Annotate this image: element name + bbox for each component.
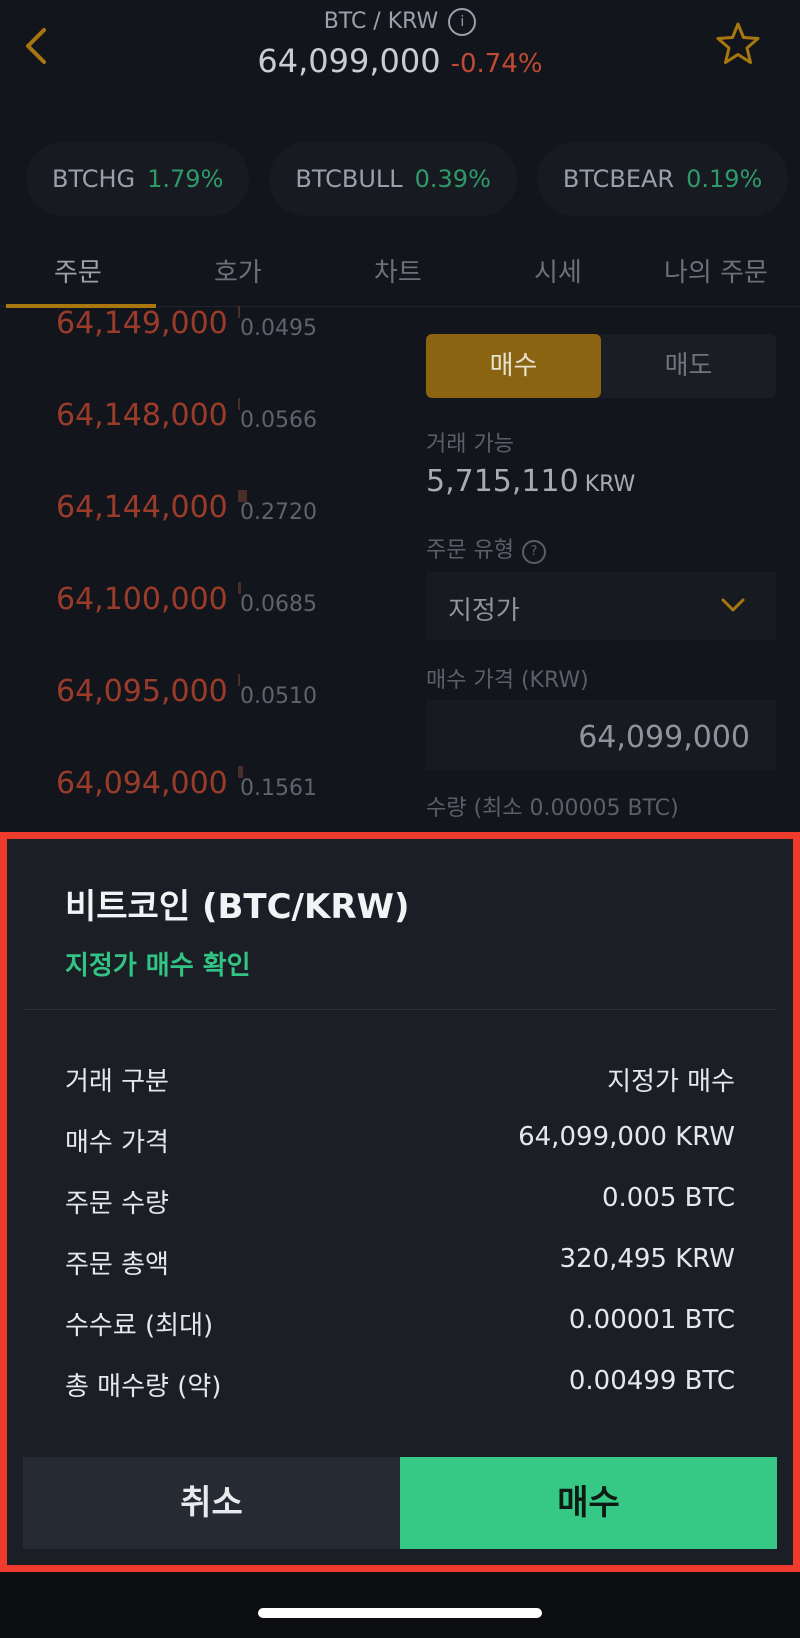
orderbook-row[interactable]: 64,148,000 0.0566 — [0, 370, 400, 463]
chip-pct: 1.79% — [147, 165, 224, 193]
dialog-title: 비트코인 (BTC/KRW) — [65, 887, 410, 927]
detail-value: 0.00499 BTC — [568, 1366, 735, 1396]
ob-price: 64,094,000 — [56, 766, 228, 801]
orderbook-row[interactable]: 64,149,000 0.0495 — [0, 306, 400, 371]
pair-label: BTC / KRW — [323, 9, 439, 34]
order-confirm-dialog: 비트코인 (BTC/KRW) 지정가 매수 확인 거래 구분 지정가 매수 매수… — [0, 832, 800, 1572]
chip-pct: 0.19% — [686, 165, 763, 193]
ob-price: 64,148,000 — [56, 398, 228, 433]
dialog-buttons: 취소 매수 — [23, 1457, 777, 1549]
favorite-star-icon[interactable] — [714, 20, 762, 68]
tab-order[interactable]: 주문 — [54, 252, 102, 289]
tab-bar: 주문 호가 차트 시세 나의 주문 — [0, 240, 800, 307]
chip-btchg[interactable]: BTCHG 1.79% — [26, 142, 250, 216]
detail-value: 지정가 매수 — [607, 1067, 735, 1097]
ob-price: 64,100,000 — [56, 582, 228, 617]
info-icon[interactable]: i — [448, 8, 477, 36]
ob-qty: 0.0510 — [240, 684, 317, 709]
orderbook-row[interactable]: 64,094,000 0.1561 — [0, 738, 400, 831]
orderbook-row[interactable]: 64,144,000 0.2720 — [0, 462, 400, 555]
dialog-subtitle: 지정가 매수 확인 — [65, 951, 251, 981]
detail-key: 매수 가격 — [65, 1128, 169, 1158]
divider — [23, 1009, 777, 1010]
detail-key: 총 매수량 (약) — [65, 1372, 222, 1402]
detail-value: 320,495 KRW — [559, 1244, 735, 1274]
detail-key: 수수료 (최대) — [65, 1311, 214, 1341]
ob-qty: 0.0685 — [240, 592, 317, 617]
cancel-button[interactable]: 취소 — [23, 1457, 400, 1549]
current-price: 64,099,000 -0.74% — [0, 42, 800, 80]
available-balance: 5,715,110 KRW — [426, 464, 635, 499]
orderbook-row[interactable]: 64,095,000 0.0510 — [0, 646, 400, 739]
detail-key: 주문 수량 — [65, 1189, 169, 1219]
orderbook-row[interactable]: 64,100,000 0.0685 — [0, 554, 400, 647]
order-type-label-text: 주문 유형 — [426, 538, 514, 563]
price-label: 매수 가격 (KRW) — [426, 668, 589, 693]
pair-title: BTC / KRW i — [0, 8, 800, 36]
price-value: 64,099,000 — [257, 42, 441, 80]
tab-orderbook[interactable]: 호가 — [214, 252, 262, 289]
chip-btcbull[interactable]: BTCBULL 0.39% — [269, 142, 517, 216]
ob-qty: 0.2720 — [240, 500, 317, 525]
orderbook: 64,149,000 0.0495 64,148,000 0.0566 64,1… — [0, 306, 400, 832]
chip-btcbear[interactable]: BTCBEAR 0.19% — [536, 142, 789, 216]
chip-name: BTCBEAR — [562, 165, 675, 193]
buy-tab[interactable]: 매수 — [426, 334, 601, 398]
ob-price: 64,149,000 — [56, 306, 228, 341]
chip-pct: 0.39% — [414, 165, 491, 193]
related-tokens: BTCHG 1.79% BTCBULL 0.39% BTCBEAR 0.19% — [26, 142, 789, 216]
chevron-down-icon — [721, 598, 745, 612]
detail-value: 0.00001 BTC — [568, 1305, 735, 1335]
ob-price: 64,095,000 — [56, 674, 228, 709]
tab-chart[interactable]: 차트 — [374, 252, 422, 289]
detail-row: 총 매수량 (약) 0.00499 BTC — [65, 1366, 735, 1406]
help-icon[interactable]: ? — [521, 540, 546, 564]
chip-name: BTCBULL — [295, 165, 403, 193]
ob-price: 64,144,000 — [56, 490, 228, 525]
confirm-buy-button[interactable]: 매수 — [400, 1457, 777, 1549]
detail-row: 거래 구분 지정가 매수 — [65, 1061, 735, 1101]
detail-key: 주문 총액 — [65, 1250, 169, 1280]
order-type-label: 주문 유형? — [426, 532, 546, 564]
price-input[interactable]: 64,099,000 — [426, 700, 776, 770]
buy-sell-toggle: 매수 매도 — [426, 334, 776, 398]
detail-value: 64,099,000 KRW — [518, 1122, 735, 1152]
detail-value: 0.005 BTC — [601, 1183, 735, 1213]
header: BTC / KRW i 64,099,000 -0.74% — [0, 0, 800, 100]
sell-tab[interactable]: 매도 — [601, 334, 776, 398]
detail-row: 주문 수량 0.005 BTC — [65, 1183, 735, 1223]
available-value: 5,715,110 — [426, 464, 579, 499]
available-label: 거래 가능 — [426, 432, 514, 457]
ob-qty: 0.0566 — [240, 408, 317, 433]
detail-row: 매수 가격 64,099,000 KRW — [65, 1122, 735, 1162]
ob-qty: 0.0495 — [240, 316, 317, 341]
quantity-label: 수량 (최소 0.00005 BTC) — [426, 796, 679, 821]
tab-my-orders[interactable]: 나의 주문 — [664, 252, 768, 289]
detail-row: 수수료 (최대) 0.00001 BTC — [65, 1305, 735, 1345]
home-indicator[interactable] — [258, 1608, 542, 1618]
price-change: -0.74% — [450, 49, 543, 79]
price-input-value: 64,099,000 — [578, 720, 750, 755]
order-type-value: 지정가 — [448, 596, 520, 626]
detail-key: 거래 구분 — [65, 1067, 169, 1097]
tab-market[interactable]: 시세 — [534, 252, 582, 289]
ob-qty: 0.1561 — [240, 776, 317, 801]
available-unit: KRW — [584, 472, 636, 497]
detail-row: 주문 총액 320,495 KRW — [65, 1244, 735, 1284]
chip-name: BTCHG — [52, 165, 136, 193]
order-type-select[interactable]: 지정가 — [426, 572, 776, 640]
